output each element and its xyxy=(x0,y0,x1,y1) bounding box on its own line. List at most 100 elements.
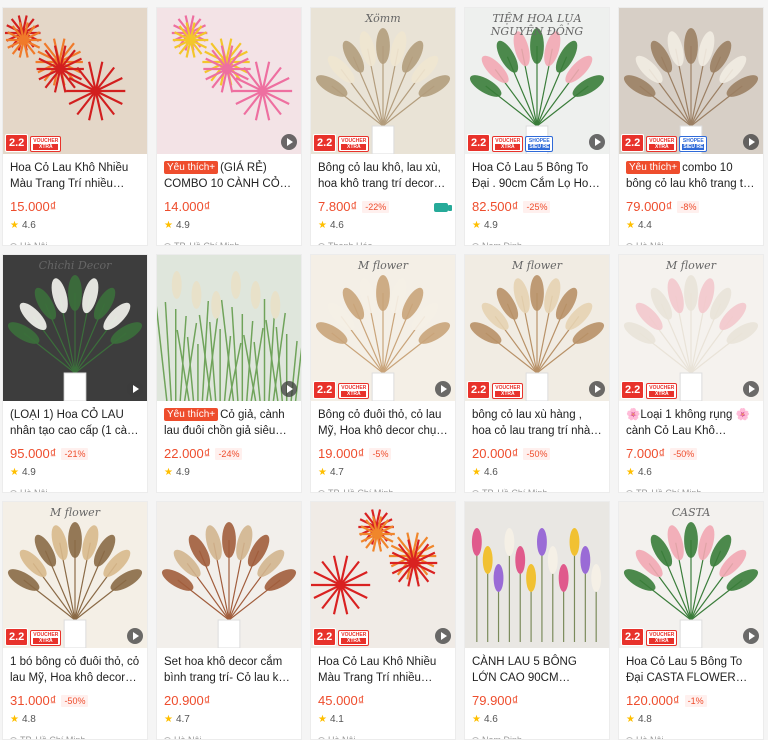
product-image[interactable]: M flower 2.2 VOUCHER XTRA xyxy=(619,255,763,401)
location-row: TP. Hồ Chí Minh xyxy=(624,487,756,492)
product-image[interactable]: 2.2 VOUCHER XTRA SHOPEE SIÊU RẺ xyxy=(619,8,763,154)
product-image[interactable]: M flower 2.2 VOUCHER XTRA xyxy=(3,502,147,648)
product-title[interactable]: Bông cỏ lau khô, lau xù, hoa khô trang t… xyxy=(318,160,448,192)
location-pin-icon xyxy=(8,735,19,739)
location-row: Hà Nội xyxy=(8,487,140,492)
voucher-xtra-badge: VOUCHER XTRA xyxy=(646,383,678,399)
play-video-icon[interactable] xyxy=(281,381,297,397)
play-video-icon[interactable] xyxy=(127,381,143,397)
discount-badge: -24% xyxy=(215,448,243,460)
product-image[interactable] xyxy=(157,255,301,401)
play-video-icon[interactable] xyxy=(281,134,297,150)
product-title-text: Hoa Cỏ Lau Khô Nhiều Màu Trang Trí nhiều… xyxy=(10,162,129,190)
product-title[interactable]: Bông cỏ đuôi thỏ, cỏ lau Mỹ, Hoa khô dec… xyxy=(318,407,448,439)
location-pin-icon xyxy=(8,241,19,245)
location-pin-icon xyxy=(316,241,327,245)
product-image[interactable]: M flower 2.2 VOUCHER XTRA xyxy=(311,255,455,401)
play-video-icon[interactable] xyxy=(743,134,759,150)
product-title[interactable]: 🌸Loại 1 không rụng 🌸 cành Cỏ Lau Khô Pam… xyxy=(626,407,756,439)
discount-badge: -25% xyxy=(523,201,551,213)
sale-2-2-badge: 2.2 xyxy=(313,134,337,152)
product-price: 45.000₫ xyxy=(318,693,365,708)
product-title[interactable]: Yêu thích+ Cỏ giả, cành lau đuôi chồn giả… xyxy=(164,407,294,439)
voucher-xtra-badge: VOUCHER XTRA xyxy=(646,630,678,646)
play-video-icon[interactable] xyxy=(743,628,759,644)
product-info: Hoa Cỏ Lau 5 Bông To Đại CASTA FLOWER 90… xyxy=(619,648,763,739)
product-card[interactable]: TIỆM HOA LỤA NGUYÊN ĐÔNG 2.2 VOUCHER XTRA… xyxy=(464,7,610,246)
location-row: Hà Nội xyxy=(624,240,756,245)
discount-badge: -50% xyxy=(523,448,551,460)
product-title[interactable]: bông cỏ lau xù hàng , hoa cỏ lau trang t… xyxy=(472,407,602,439)
voucher-xtra-badge: VOUCHER XTRA xyxy=(338,630,370,646)
rating-value: 4.9 xyxy=(483,220,498,231)
star-icon: ★ xyxy=(10,220,19,231)
product-title[interactable]: Hoa Cỏ Lau 5 Bông To Đại CASTA FLOWER 90… xyxy=(626,654,756,686)
product-image-art xyxy=(623,275,759,401)
product-title[interactable]: Hoa Cỏ Lau 5 Bông To Đại . 90cm Cắm Lọ H… xyxy=(472,160,602,192)
play-video-icon[interactable] xyxy=(435,628,451,644)
product-image-art xyxy=(7,275,143,401)
product-card[interactable]: 2.2 VOUCHER XTRA Hoa Cỏ Lau Khô Nhiều Màu… xyxy=(2,7,148,246)
product-title[interactable]: Yêu thích+(GIÁ RẺ) COMBO 10 CÀNH CỎ LAU … xyxy=(164,160,294,192)
product-title[interactable]: Yêu thích+ combo 10 bông cỏ lau khô trang… xyxy=(626,160,756,192)
price-row: 79.000₫ -8% xyxy=(626,199,756,215)
product-image[interactable]: Xömm 2.2 VOUCHER XTRA xyxy=(311,8,455,154)
play-video-icon[interactable] xyxy=(127,628,143,644)
play-video-icon[interactable] xyxy=(743,381,759,397)
shop-watermark: M flower xyxy=(666,259,716,272)
favorite-plus-tag: Yêu thích+ xyxy=(164,161,219,174)
voucher-xtra-badge: VOUCHER XTRA xyxy=(30,136,62,152)
location-pin-icon xyxy=(624,735,635,739)
product-image[interactable]: 2.2 VOUCHER XTRA xyxy=(311,502,455,648)
product-title-text: Bông cỏ lau khô, lau xù, hoa khô trang t… xyxy=(318,162,441,190)
product-card[interactable]: 2.2 VOUCHER XTRA Hoa Cỏ Lau Khô Nhiều Màu… xyxy=(310,501,456,740)
discount-badge: -5% xyxy=(369,448,392,460)
product-card[interactable]: M flower 2.2 VOUCHER XTRA 🌸Loại 1 không r… xyxy=(618,254,764,493)
product-card[interactable]: Yêu thích+(GIÁ RẺ) COMBO 10 CÀNH CỎ LAU … xyxy=(156,7,302,246)
product-card[interactable]: M flower 2.2 VOUCHER XTRA bông cỏ lau xù … xyxy=(464,254,610,493)
play-video-icon[interactable] xyxy=(435,381,451,397)
product-info: Bông cỏ lau khô, lau xù, hoa khô trang t… xyxy=(311,154,455,245)
play-video-icon[interactable] xyxy=(589,381,605,397)
product-card[interactable]: Xömm 2.2 VOUCHER XTRA Bông cỏ lau khô, la… xyxy=(310,7,456,246)
promo-badges: 2.2 VOUCHER XTRA xyxy=(621,628,678,646)
product-image[interactable]: TIỆM HOA LỤA NGUYÊN ĐÔNG 2.2 VOUCHER XTRA… xyxy=(465,8,609,154)
product-image[interactable]: CASTA 2.2 VOUCHER XTRA xyxy=(619,502,763,648)
product-title[interactable]: CÀNH LAU 5 BÔNG LỚN CAO 90CM DECOR SIÊU … xyxy=(472,654,602,686)
sale-2-2-badge: 2.2 xyxy=(313,381,337,399)
product-card[interactable]: Yêu thích+ Cỏ giả, cành lau đuôi chồn giả… xyxy=(156,254,302,493)
product-image[interactable] xyxy=(157,8,301,154)
discount-badge: -22% xyxy=(362,201,390,213)
product-image[interactable] xyxy=(157,502,301,648)
product-image[interactable] xyxy=(465,502,609,648)
rating-row: ★ 4.6 xyxy=(318,219,448,233)
product-image[interactable]: 2.2 VOUCHER XTRA xyxy=(3,8,147,154)
product-title[interactable]: (LOẠI 1) Hoa CỎ LAU nhân tạo cao cấp (1 … xyxy=(10,407,140,439)
product-title[interactable]: Hoa Cỏ Lau Khô Nhiều Màu Trang Trí nhiều… xyxy=(318,654,448,686)
product-card[interactable]: Set hoa khô decor cắm bình trang trí- Cỏ… xyxy=(156,501,302,740)
shop-location: TP. Hồ Chí Minh xyxy=(20,735,86,740)
product-title[interactable]: Hoa Cỏ Lau Khô Nhiều Màu Trang Trí nhiều… xyxy=(10,160,140,192)
play-video-icon[interactable] xyxy=(589,134,605,150)
favorite-plus-tag: Yêu thích+ xyxy=(626,161,681,174)
product-title[interactable]: 1 bó bông cỏ đuôi thỏ, cỏ lau Mỹ, Hoa kh… xyxy=(10,654,140,686)
product-card[interactable]: M flower 2.2 VOUCHER XTRA 1 bó bông cỏ đu… xyxy=(2,501,148,740)
location-row: Hà Nội xyxy=(8,240,140,245)
product-image[interactable]: M flower 2.2 VOUCHER XTRA xyxy=(465,255,609,401)
discount-badge: -50% xyxy=(61,695,89,707)
voucher-xtra-badge: VOUCHER XTRA xyxy=(30,630,62,646)
product-title-text: 1 bó bông cỏ đuôi thỏ, cỏ lau Mỹ, Hoa kh… xyxy=(10,656,140,684)
product-card[interactable]: CASTA 2.2 VOUCHER XTRA Hoa Cỏ Lau 5 Bông … xyxy=(618,501,764,740)
product-image[interactable]: Chichi Decor xyxy=(3,255,147,401)
product-image-art xyxy=(161,522,297,648)
product-card[interactable]: 2.2 VOUCHER XTRA SHOPEE SIÊU RẺ Yêu thích+… xyxy=(618,7,764,246)
product-title[interactable]: Set hoa khô decor cắm bình trang trí- Cỏ… xyxy=(164,654,294,686)
product-card[interactable]: Chichi Decor (LOẠI 1) Hoa CỎ LAU nhân tạ… xyxy=(2,254,148,493)
shopee-sieu-re-badge: SHOPEE SIÊU RẺ xyxy=(525,136,554,152)
voucher-xtra-badge: VOUCHER XTRA xyxy=(338,383,370,399)
product-price: 22.000₫ xyxy=(164,446,211,461)
product-card[interactable]: M flower 2.2 VOUCHER XTRA Bông cỏ đuôi th… xyxy=(310,254,456,493)
product-card[interactable]: CÀNH LAU 5 BÔNG LỚN CAO 90CM DECOR SIÊU … xyxy=(464,501,610,740)
star-icon: ★ xyxy=(164,220,173,231)
product-image-art xyxy=(171,15,293,121)
